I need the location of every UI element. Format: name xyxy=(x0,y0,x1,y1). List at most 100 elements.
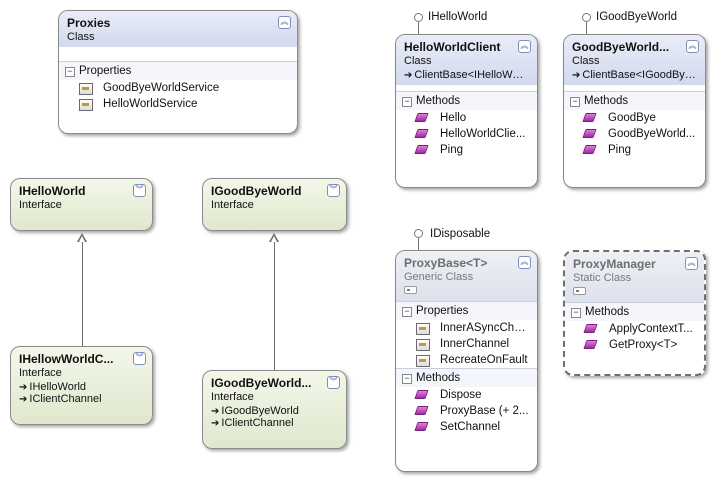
class-header: ProxyBase<T> Generic Class ︽ xyxy=(396,251,537,301)
lollipop-label: IGoodByeWorld xyxy=(596,11,677,23)
method-icon xyxy=(583,324,598,333)
base-type: ➔ ClientBase<IHelloWor... xyxy=(404,69,529,81)
shape-stereotype: Class xyxy=(572,55,600,67)
proxybase-generic-class-shape[interactable]: ProxyBase<T> Generic Class ︽ − Properties… xyxy=(395,250,538,472)
property-icon xyxy=(416,355,430,367)
methods-section: − Methods Hello HelloWorldClie... Ping xyxy=(396,91,537,158)
method-icon xyxy=(414,390,429,399)
section-collapse-icon[interactable]: − xyxy=(402,374,412,384)
igoodbyeworldchannel-interface-shape[interactable]: IGoodByeWorld... Interface ➔ IGoodByeWorl… xyxy=(202,370,347,449)
base-type: ➔ IGoodByeWorld xyxy=(211,405,299,417)
member-method[interactable]: Dispose xyxy=(396,387,537,403)
static-marker-icon xyxy=(573,287,586,295)
base-type: ➔ IClientChannel xyxy=(19,393,102,405)
member-method[interactable]: HelloWorldClie... xyxy=(396,126,537,142)
shape-stereotype: Interface xyxy=(19,199,62,211)
section-header[interactable]: − Properties xyxy=(59,62,297,80)
section-collapse-icon[interactable]: − xyxy=(402,307,412,317)
goodbyeworldclient-class-shape[interactable]: GoodByeWorld... Class ➔ ClientBase<IGoodB… xyxy=(563,34,706,188)
method-icon xyxy=(414,422,429,431)
shape-title: GoodByeWorld... xyxy=(572,40,670,54)
shape-stereotype: Interface xyxy=(211,391,254,403)
expand-toggle-icon[interactable]: ︾ xyxy=(327,376,340,389)
member-property[interactable]: InnerASyncCha... xyxy=(396,320,537,336)
shape-title: Proxies xyxy=(67,16,111,30)
member-method[interactable]: SetChannel xyxy=(396,419,537,435)
shape-stereotype: Generic Class xyxy=(404,271,474,283)
method-icon xyxy=(582,145,597,154)
ihelloworld-interface-shape[interactable]: IHelloWorld Interface ︾ xyxy=(10,178,153,231)
shape-stereotype: Class xyxy=(404,55,432,67)
method-icon xyxy=(414,145,429,154)
section-header[interactable]: − Methods xyxy=(565,303,704,321)
proxies-header: Proxies Class ︽ xyxy=(59,11,297,47)
property-icon xyxy=(79,99,93,111)
inheritance-arrow-icon: ➔ xyxy=(404,70,413,81)
member-method[interactable]: Ping xyxy=(396,142,537,158)
expand-toggle-icon[interactable]: ︾ xyxy=(327,184,340,197)
section-collapse-icon[interactable]: − xyxy=(570,97,580,107)
collapse-toggle-icon[interactable]: ︽ xyxy=(686,40,699,53)
member-method[interactable]: Ping xyxy=(564,142,705,158)
section-header[interactable]: − Methods xyxy=(564,92,705,110)
section-collapse-icon[interactable]: − xyxy=(65,67,75,77)
methods-section: − Methods GoodBye GoodByeWorld... Ping xyxy=(564,91,705,158)
proxymanager-static-class-shape[interactable]: ProxyManager Static Class ︽ − Methods App… xyxy=(563,250,706,376)
helloworldclient-class-shape[interactable]: HelloWorldClient Class ➔ ClientBase<IHell… xyxy=(395,34,538,188)
class-header: GoodByeWorld... Class ➔ ClientBase<IGoodB… xyxy=(564,35,705,85)
method-icon xyxy=(414,129,429,138)
member-property[interactable]: RecreateOnFault xyxy=(396,352,537,368)
member-method[interactable]: GoodBye xyxy=(564,110,705,126)
interface-lollipop-icon xyxy=(414,13,423,22)
shape-stereotype: Interface xyxy=(211,199,254,211)
lollipop-label: IHelloWorld xyxy=(428,11,488,23)
inheritance-line xyxy=(274,242,275,370)
igoodbyeworld-interface-shape[interactable]: IGoodByeWorld Interface ︾ xyxy=(202,178,347,231)
member-method[interactable]: Hello xyxy=(396,110,537,126)
inheritance-line xyxy=(82,242,83,346)
inheritance-arrow-icon: ➔ xyxy=(211,406,220,417)
section-header[interactable]: − Methods xyxy=(396,369,537,387)
shape-title: IHelloWorld xyxy=(19,184,86,198)
member-method[interactable]: ProxyBase (+ 2... xyxy=(396,403,537,419)
inheritance-arrow-icon: ➔ xyxy=(19,382,28,393)
expand-toggle-icon[interactable]: ︾ xyxy=(133,184,146,197)
interface-lollipop-icon xyxy=(582,13,591,22)
member-method[interactable]: GoodByeWorld... xyxy=(564,126,705,142)
member-method[interactable]: ApplyContextT... xyxy=(565,321,704,337)
shape-title: IGoodByeWorld xyxy=(211,184,302,198)
section-header[interactable]: − Properties xyxy=(396,302,537,320)
shape-stereotype: Interface xyxy=(19,367,62,379)
base-type: ➔ IClientChannel xyxy=(211,417,294,429)
section-collapse-icon[interactable]: − xyxy=(571,308,581,318)
section-header[interactable]: − Methods xyxy=(396,92,537,110)
interface-lollipop-icon xyxy=(414,229,423,238)
class-header: ProxyManager Static Class ︽ xyxy=(565,252,704,302)
proxies-class-shape[interactable]: Proxies Class ︽ − Properties GoodByeWorld… xyxy=(58,10,298,134)
lollipop-label: IDisposable xyxy=(430,228,491,240)
member-property[interactable]: HelloWorldService xyxy=(59,96,297,112)
shape-stereotype: Static Class xyxy=(573,272,632,284)
shape-stereotype: Class xyxy=(67,31,95,43)
collapse-toggle-icon[interactable]: ︽ xyxy=(518,256,531,269)
member-method[interactable]: GetProxy<T> xyxy=(565,337,704,353)
properties-section: − Properties InnerASyncCha... InnerChanne… xyxy=(396,301,537,368)
collapse-toggle-icon[interactable]: ︽ xyxy=(685,257,698,270)
property-icon xyxy=(79,83,93,95)
collapse-toggle-icon[interactable]: ︽ xyxy=(278,16,291,29)
section-collapse-icon[interactable]: − xyxy=(402,97,412,107)
shape-title: IHellowWorldC... xyxy=(19,352,114,366)
shape-title: ProxyManager xyxy=(573,257,656,271)
ihellowworldchannel-interface-shape[interactable]: IHellowWorldC... Interface ➔ IHelloWorld … xyxy=(10,346,153,425)
methods-section: − Methods Dispose ProxyBase (+ 2... SetCh… xyxy=(396,368,537,435)
methods-section: − Methods ApplyContextT... GetProxy<T> xyxy=(565,302,704,353)
member-property[interactable]: InnerChannel xyxy=(396,336,537,352)
shape-title: IGoodByeWorld... xyxy=(211,376,312,390)
method-icon xyxy=(582,113,597,122)
inheritance-arrow-icon: ➔ xyxy=(572,70,581,81)
interface-header: IHelloWorld Interface ︾ xyxy=(11,179,152,215)
member-property[interactable]: GoodByeWorldService xyxy=(59,80,297,96)
collapse-toggle-icon[interactable]: ︽ xyxy=(518,40,531,53)
expand-toggle-icon[interactable]: ︾ xyxy=(133,352,146,365)
properties-section: − Properties GoodByeWorldService HelloWor… xyxy=(59,61,297,112)
